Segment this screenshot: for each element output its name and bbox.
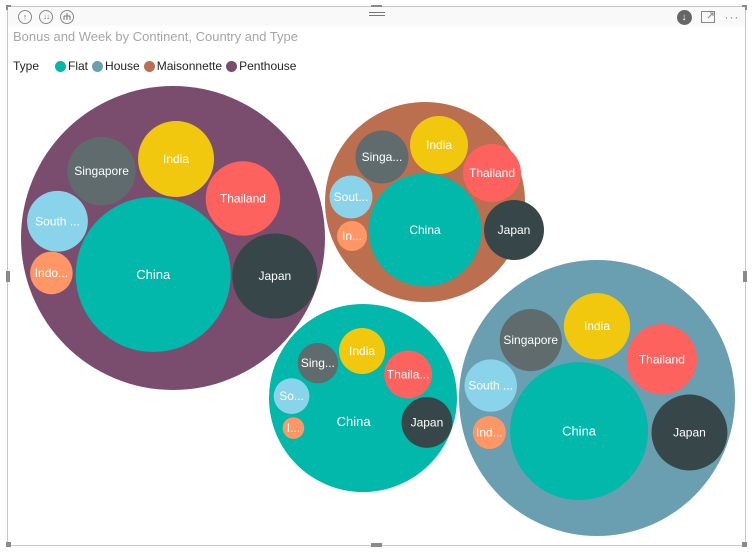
bubble-label-china: China	[136, 267, 171, 282]
bubble-label-thailand: Thailand	[469, 166, 515, 180]
bubble-label-japan: Japan	[673, 426, 706, 440]
bubble-label-south-korea: So...	[279, 389, 304, 403]
bubble-label-china: China	[337, 414, 372, 429]
bubble-group-penthouse[interactable]: China Japan Thailand India Singapore South ..…	[21, 86, 325, 390]
bubble-label-india: India	[584, 319, 610, 333]
bubble-label-india: India	[426, 138, 452, 152]
bubble-label-singapore: Sing...	[301, 356, 335, 370]
bubble-chart: China Japan Thailand India Singa... Sout... In…	[21, 86, 735, 536]
bubble-label-singapore: Singa...	[362, 150, 403, 164]
bubble-label-indonesia: Ind...	[476, 426, 503, 440]
bubble-label-singapore: Singapore	[503, 333, 558, 347]
bubble-label-indonesia: In...	[342, 229, 362, 243]
bubble-label-thailand: Thaila...	[387, 368, 430, 382]
bubble-label-south-korea: Sout...	[334, 190, 369, 204]
bubble-label-south-korea: South ...	[468, 379, 513, 393]
bubble-label-japan: Japan	[498, 223, 531, 237]
bubble-label-indonesia: Indo...	[35, 266, 68, 280]
bubble-label-thailand: Thailand	[639, 352, 685, 366]
bubble-label-south-korea: South ...	[35, 214, 80, 228]
bubble-label-thailand: Thailand	[220, 191, 266, 205]
bubble-label-japan: Japan	[258, 269, 291, 283]
bubble-group-flat[interactable]: China Japan Thaila... India Sing... So... I...	[269, 304, 457, 492]
bubble-group-house[interactable]: China Japan Thailand India Singapore South ..…	[459, 260, 735, 536]
bubble-label-china: China	[562, 424, 597, 439]
bubble-label-japan: Japan	[411, 415, 444, 429]
bubble-label-china: China	[409, 223, 441, 237]
bubble-label-indonesia: I...	[287, 421, 300, 435]
bubble-label-india: India	[349, 344, 375, 358]
bubble-group-maisonnette[interactable]: China Japan Thailand India Singa... Sout... In…	[325, 102, 544, 302]
bubble-label-india: India	[163, 152, 189, 166]
bubble-label-singapore: Singapore	[74, 164, 129, 178]
